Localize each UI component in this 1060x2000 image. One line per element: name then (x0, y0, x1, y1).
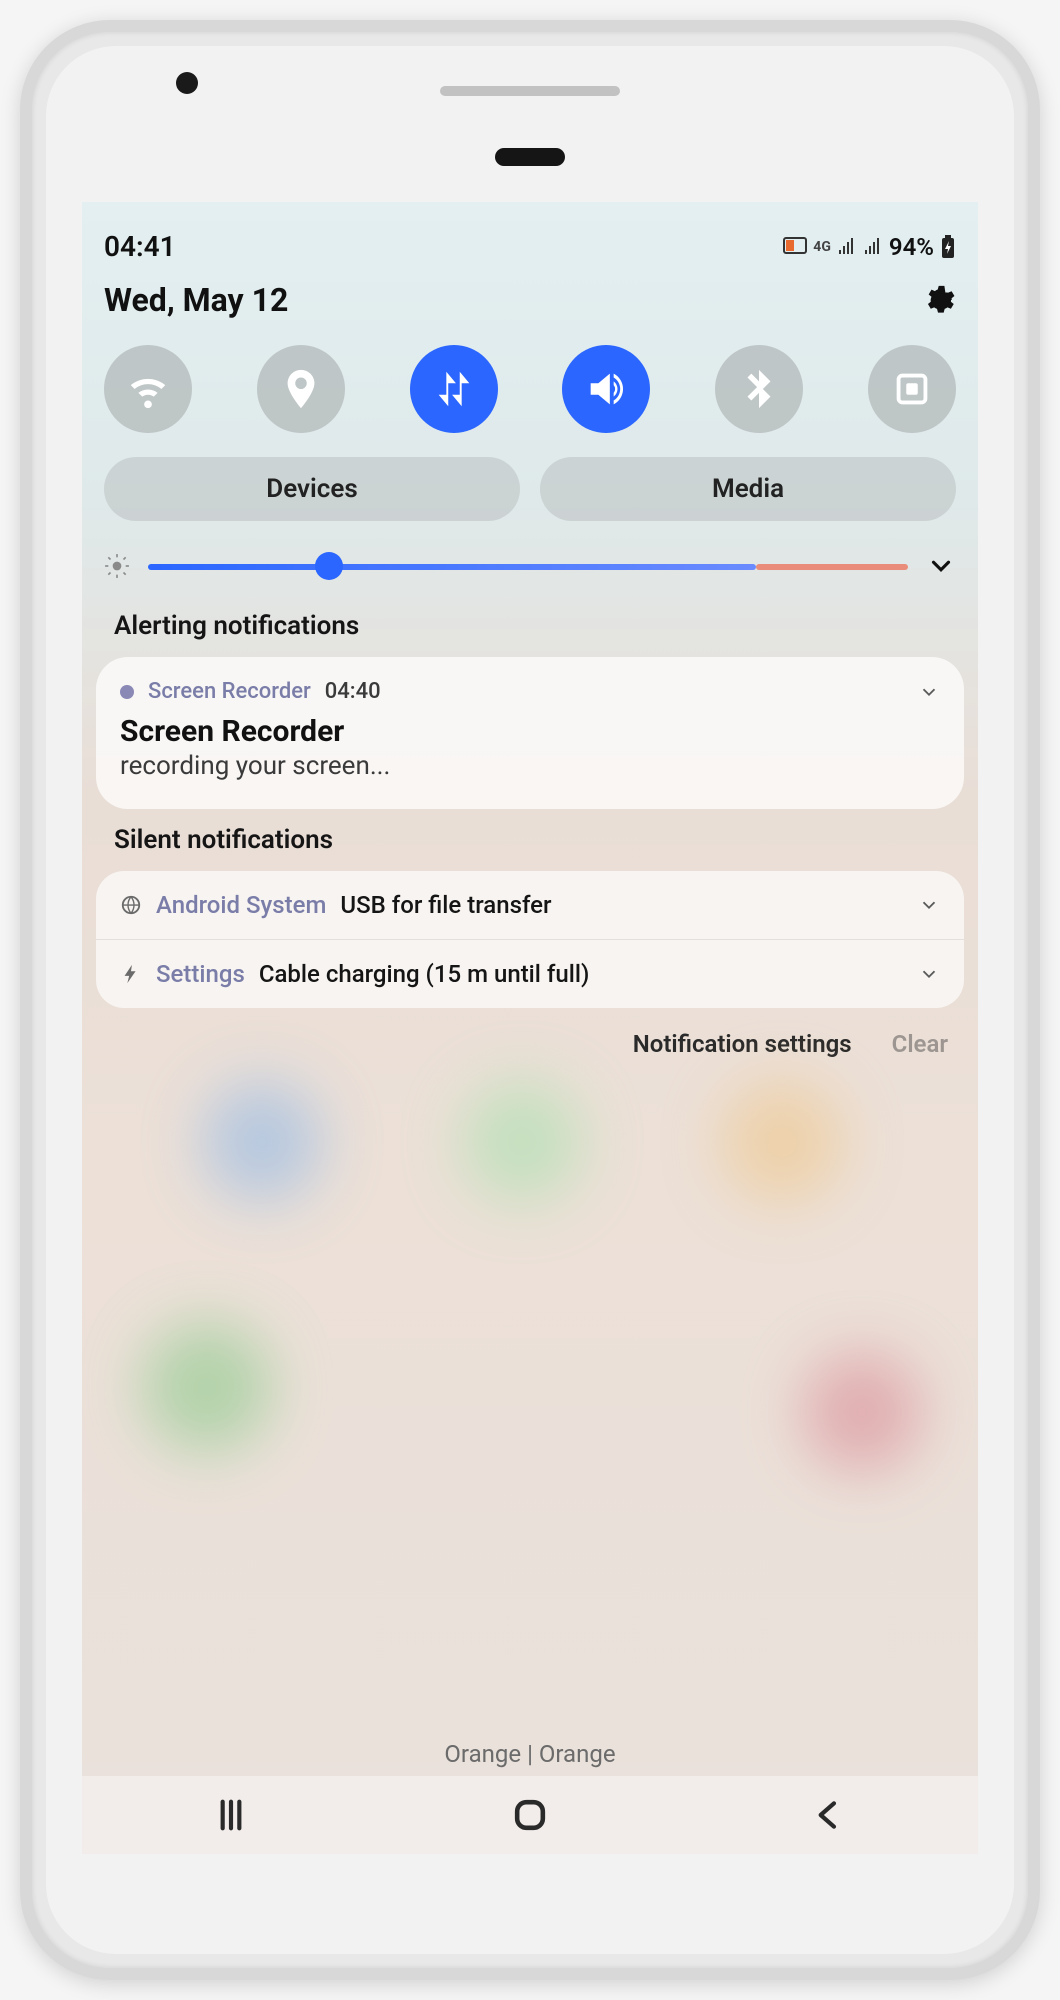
clear-button[interactable]: Clear (892, 1030, 948, 1058)
brightness-expand[interactable] (926, 551, 956, 581)
toggle-sound[interactable] (562, 345, 650, 433)
navigation-bar (82, 1776, 978, 1854)
nav-home-button[interactable] (500, 1785, 560, 1845)
background-blur (462, 1082, 582, 1202)
phone-screen: 04:41 4G 94% (82, 202, 978, 1854)
signal-icon (863, 238, 883, 256)
silent-label: Silent notifications (82, 815, 978, 865)
battery-charging-icon (940, 235, 956, 259)
notification-body: recording your screen... (120, 749, 940, 781)
chevron-down-icon[interactable] (918, 894, 940, 916)
status-time: 04:41 (104, 230, 176, 263)
status-right: 4G 94% (783, 233, 956, 261)
brightness-icon (104, 553, 130, 579)
notification-card[interactable]: Screen Recorder 04:40 Screen Recorder re… (96, 657, 964, 809)
toggle-wifi[interactable] (104, 345, 192, 433)
notification-settings-button[interactable]: Notification settings (633, 1030, 852, 1058)
notification-title: Screen Recorder (120, 704, 940, 749)
toggle-rotation-lock[interactable] (868, 345, 956, 433)
chevron-down-icon[interactable] (918, 963, 940, 985)
nav-back-button[interactable] (799, 1785, 859, 1845)
silent-app: Android System (156, 891, 326, 919)
silent-message: USB for file transfer (340, 891, 551, 919)
background-blur (802, 1352, 922, 1472)
footer-actions: Notification settings Clear (82, 1014, 978, 1074)
phone-bezel: 04:41 4G 94% (46, 46, 1014, 1954)
devices-button[interactable]: Devices (104, 457, 520, 521)
notification-app: Screen Recorder (148, 679, 311, 704)
notification-time: 04:40 (325, 679, 381, 704)
app-indicator-icon (120, 685, 134, 699)
devices-label: Devices (266, 474, 357, 504)
battery-percent: 94% (889, 233, 934, 261)
silent-notification[interactable]: Settings Cable charging (15 m until full… (96, 940, 964, 1008)
slider-track-main (148, 564, 756, 570)
brightness-slider[interactable] (148, 556, 908, 576)
carrier-label: Orange | Orange (82, 1740, 978, 1768)
network-type: 4G (813, 239, 831, 255)
background-blur (202, 1082, 322, 1202)
date-row: Wed, May 12 (82, 275, 978, 337)
quick-panel-tabs: Devices Media (82, 451, 978, 543)
nav-recents-button[interactable] (201, 1785, 261, 1845)
silent-message: Cable charging (15 m until full) (259, 960, 590, 988)
background-blur (142, 1322, 272, 1452)
toggle-bluetooth[interactable] (715, 345, 803, 433)
notification-header: Screen Recorder 04:40 (120, 679, 940, 704)
silent-notification[interactable]: Android System USB for file transfer (96, 871, 964, 940)
bolt-icon (120, 963, 142, 985)
globe-icon (120, 894, 142, 916)
toggle-location[interactable] (257, 345, 345, 433)
alerting-label: Alerting notifications (82, 601, 978, 651)
brightness-row (82, 543, 978, 601)
background-blur (722, 1082, 842, 1202)
media-button[interactable]: Media (540, 457, 956, 521)
quick-settings (82, 337, 978, 451)
phone-frame: 04:41 4G 94% (20, 20, 1040, 1980)
earpiece (495, 148, 565, 166)
silent-app: Settings (156, 960, 245, 988)
silent-group: Android System USB for file transfer Set… (96, 871, 964, 1008)
cast-icon (783, 237, 807, 257)
front-camera (176, 72, 198, 94)
current-date: Wed, May 12 (104, 281, 288, 319)
media-label: Media (712, 474, 784, 504)
slider-track-warn (756, 564, 908, 570)
settings-button[interactable] (922, 283, 956, 317)
slider-thumb[interactable] (315, 552, 343, 580)
status-bar: 04:41 4G 94% (82, 202, 978, 275)
speaker-grille (440, 86, 620, 96)
chevron-down-icon[interactable] (918, 681, 940, 703)
toggle-mobile-data[interactable] (410, 345, 498, 433)
signal-icon (837, 238, 857, 256)
